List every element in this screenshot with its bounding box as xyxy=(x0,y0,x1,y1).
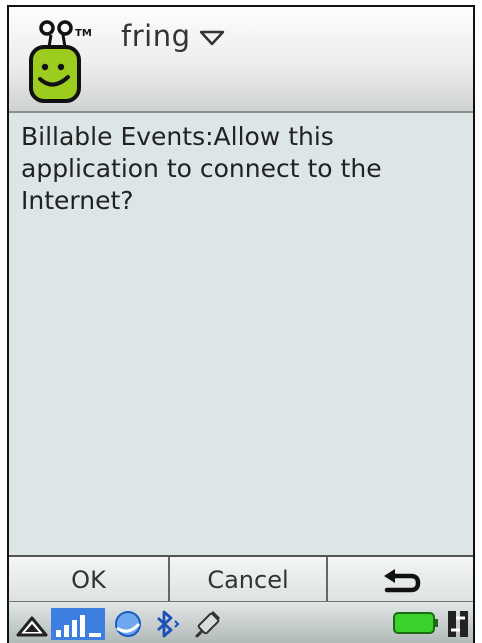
app-window: TM fring Billable Events:Allow this appl… xyxy=(7,5,475,643)
back-button[interactable] xyxy=(328,557,473,603)
bluetooth-icon xyxy=(157,610,180,638)
signal-bars-icon xyxy=(51,608,105,640)
cancel-button[interactable]: Cancel xyxy=(170,557,328,603)
title-bar: TM fring xyxy=(9,7,473,113)
up-triangle-icon[interactable] xyxy=(15,614,49,638)
cancel-button-label: Cancel xyxy=(207,566,289,594)
ok-button-label: OK xyxy=(71,566,106,594)
dropdown-triangle-icon xyxy=(200,30,225,46)
app-title: fring xyxy=(121,19,191,53)
dialog-message: Billable Events:Allow this application t… xyxy=(21,122,382,215)
globe-icon xyxy=(115,611,141,637)
svg-text:TM: TM xyxy=(75,28,92,39)
status-bar xyxy=(9,601,473,643)
fring-logo-icon: TM xyxy=(29,20,92,103)
app-menu-dropdown[interactable]: fring xyxy=(121,19,226,53)
ok-button[interactable]: OK xyxy=(9,557,170,603)
softkey-bar: OK Cancel xyxy=(9,555,473,603)
usb-icon xyxy=(195,610,221,638)
back-arrow-icon xyxy=(383,569,420,593)
battery-icon xyxy=(393,612,438,634)
data-transfer-icon xyxy=(448,611,468,637)
